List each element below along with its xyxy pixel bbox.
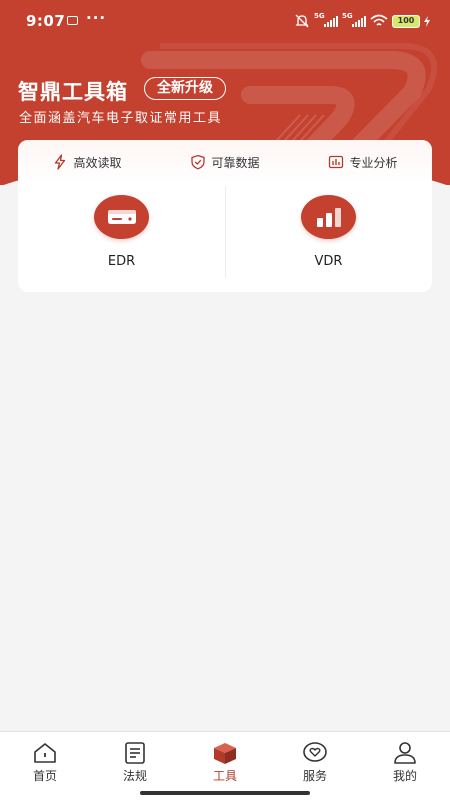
status-more: ··· [86,9,107,27]
tab-label: 首页 [32,769,57,783]
tab-home[interactable]: 首页 [0,732,90,800]
tab-tools[interactable]: 工具 [180,732,270,800]
signal-2-icon: 5G [342,12,366,27]
tool-edr[interactable]: EDR [18,184,225,292]
feature-label: 可靠数据 [211,155,260,170]
status-indicators: 5G 5G 100 [294,12,430,29]
feature-label: 高效读取 [73,155,122,170]
edr-device-icon [94,195,149,239]
feature-label: 专业分析 [349,155,398,170]
user-icon [394,742,416,764]
tab-label: 工具 [212,769,237,783]
status-bar: 9:07 ··· 5G 5G 100 [0,0,450,40]
bottom-tab-bar: 首页 法规 工具 服务 我的 [0,731,450,800]
tab-label: 法规 [122,769,147,783]
wifi-icon [370,14,388,26]
tab-mine[interactable]: 我的 [360,732,450,800]
bell-muted-icon [295,14,309,28]
signal-1-icon: 5G [314,12,338,27]
app-subtitle: 全面涵盖汽车电子取证常用工具 [19,111,223,126]
tab-service[interactable]: 服务 [270,732,360,800]
divider [225,186,226,278]
analysis-icon [329,155,344,169]
battery-icon: 100 [392,14,420,28]
message-notification-icon [67,16,78,25]
toolbox-cube-icon [214,743,236,764]
app-title: 智鼎工具箱 [18,80,128,104]
charging-icon [424,15,430,27]
heart-chat-icon [303,742,327,762]
status-time: 9:07 [26,12,66,30]
tab-label: 服务 [302,769,327,783]
home-icon [34,743,56,763]
tab-regulations[interactable]: 法规 [90,732,180,800]
document-icon [125,742,145,764]
feature-item-reliable-data: 可靠数据 [190,154,260,171]
tools-grid: EDR VDR [18,184,432,292]
shield-check-icon [191,154,206,170]
feature-item-pro-analysis: 专业分析 [328,154,398,171]
bar-chart-icon [301,195,356,239]
upgrade-badge: 全新升级 [144,77,226,100]
tool-vdr[interactable]: VDR [225,184,432,292]
feature-bar: 高效读取 可靠数据 专业分析 [18,140,432,184]
home-indicator[interactable] [140,791,310,795]
tool-label: VDR [314,254,343,269]
lightning-icon [55,154,66,170]
tool-label: EDR [107,254,136,269]
feature-item-fast-read: 高效读取 [52,154,122,171]
tab-label: 我的 [392,769,417,783]
tools-card: 高效读取 可靠数据 专业分析 EDR VDR [18,140,432,292]
